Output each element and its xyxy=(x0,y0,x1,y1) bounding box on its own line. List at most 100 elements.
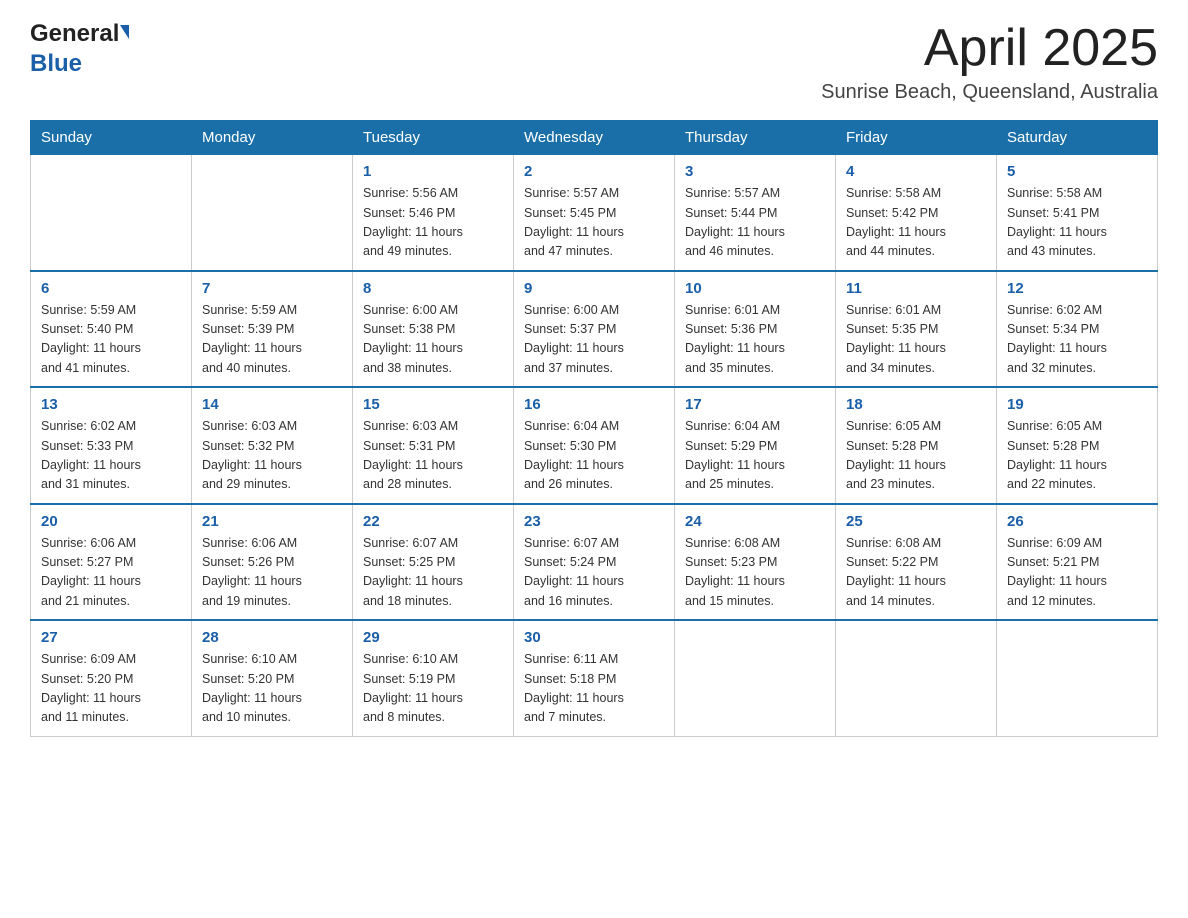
title-section: April 2025 Sunrise Beach, Queensland, Au… xyxy=(821,20,1158,104)
calendar-cell: 27 Sunrise: 6:09 AMSunset: 5:20 PMDayligh… xyxy=(31,620,192,736)
calendar-cell xyxy=(675,620,836,736)
calendar-cell: 8Sunrise: 6:00 AMSunset: 5:38 PMDaylight… xyxy=(353,271,514,388)
day-number: 14 xyxy=(202,396,342,413)
day-number: 21 xyxy=(202,513,342,530)
day-number: 20 xyxy=(41,513,181,530)
column-header-friday: Friday xyxy=(836,121,997,155)
logo-general: General xyxy=(30,20,119,48)
day-info: Sunrise: 6:10 AMSunset: 5:19 PMDaylight:… xyxy=(363,650,503,728)
calendar-cell: 25 Sunrise: 6:08 AMSunset: 5:22 PMDayligh… xyxy=(836,504,997,621)
day-number: 11 xyxy=(846,280,986,297)
calendar-cell: 16 Sunrise: 6:04 AMSunset: 5:30 PMDayligh… xyxy=(514,387,675,504)
calendar-cell: 2 Sunrise: 5:57 AMSunset: 5:45 PMDaylight… xyxy=(514,155,675,271)
day-info: Sunrise: 5:57 AMSunset: 5:45 PMDaylight:… xyxy=(524,184,664,262)
page-header: General Blue April 2025 Sunrise Beach, Q… xyxy=(30,20,1158,104)
calendar-cell xyxy=(192,155,353,271)
calendar-week-row: 6 Sunrise: 5:59 AMSunset: 5:40 PMDaylight… xyxy=(31,271,1158,388)
day-number: 29 xyxy=(363,629,503,646)
logo-blue: Blue xyxy=(30,50,82,77)
calendar-cell: 1 Sunrise: 5:56 AMSunset: 5:46 PMDaylight… xyxy=(353,155,514,271)
calendar-week-row: 1 Sunrise: 5:56 AMSunset: 5:46 PMDaylight… xyxy=(31,155,1158,271)
day-number: 12 xyxy=(1007,280,1147,297)
calendar-week-row: 13 Sunrise: 6:02 AMSunset: 5:33 PMDayligh… xyxy=(31,387,1158,504)
day-info: Sunrise: 6:08 AMSunset: 5:22 PMDaylight:… xyxy=(846,534,986,612)
day-info: Sunrise: 6:06 AMSunset: 5:27 PMDaylight:… xyxy=(41,534,181,612)
day-info: Sunrise: 6:08 AMSunset: 5:23 PMDaylight:… xyxy=(685,534,825,612)
day-number: 30 xyxy=(524,629,664,646)
calendar-cell: 17Sunrise: 6:04 AMSunset: 5:29 PMDayligh… xyxy=(675,387,836,504)
day-info: Sunrise: 6:01 AMSunset: 5:36 PMDaylight:… xyxy=(685,301,825,379)
day-info: Sunrise: 6:11 AMSunset: 5:18 PMDaylight:… xyxy=(524,650,664,728)
calendar-cell: 4 Sunrise: 5:58 AMSunset: 5:42 PMDaylight… xyxy=(836,155,997,271)
calendar-cell: 30 Sunrise: 6:11 AMSunset: 5:18 PMDayligh… xyxy=(514,620,675,736)
day-info: Sunrise: 6:04 AMSunset: 5:30 PMDaylight:… xyxy=(524,417,664,495)
day-info: Sunrise: 6:02 AMSunset: 5:34 PMDaylight:… xyxy=(1007,301,1147,379)
day-number: 13 xyxy=(41,396,181,413)
column-header-monday: Monday xyxy=(192,121,353,155)
calendar-cell: 18Sunrise: 6:05 AMSunset: 5:28 PMDayligh… xyxy=(836,387,997,504)
calendar-cell: 19Sunrise: 6:05 AMSunset: 5:28 PMDayligh… xyxy=(997,387,1158,504)
day-number: 4 xyxy=(846,163,986,180)
day-number: 9 xyxy=(524,280,664,297)
day-number: 17 xyxy=(685,396,825,413)
calendar-cell: 10 Sunrise: 6:01 AMSunset: 5:36 PMDayligh… xyxy=(675,271,836,388)
calendar-cell: 11 Sunrise: 6:01 AMSunset: 5:35 PMDayligh… xyxy=(836,271,997,388)
day-info: Sunrise: 6:09 AMSunset: 5:20 PMDaylight:… xyxy=(41,650,181,728)
day-number: 25 xyxy=(846,513,986,530)
day-info: Sunrise: 5:58 AMSunset: 5:41 PMDaylight:… xyxy=(1007,184,1147,262)
calendar-table: SundayMondayTuesdayWednesdayThursdayFrid… xyxy=(30,120,1158,737)
day-number: 24 xyxy=(685,513,825,530)
calendar-week-row: 27 Sunrise: 6:09 AMSunset: 5:20 PMDayligh… xyxy=(31,620,1158,736)
calendar-cell: 26 Sunrise: 6:09 AMSunset: 5:21 PMDayligh… xyxy=(997,504,1158,621)
day-info: Sunrise: 5:59 AMSunset: 5:40 PMDaylight:… xyxy=(41,301,181,379)
calendar-cell: 12 Sunrise: 6:02 AMSunset: 5:34 PMDayligh… xyxy=(997,271,1158,388)
day-number: 16 xyxy=(524,396,664,413)
calendar-cell: 21 Sunrise: 6:06 AMSunset: 5:26 PMDayligh… xyxy=(192,504,353,621)
calendar-cell: 7Sunrise: 5:59 AMSunset: 5:39 PMDaylight… xyxy=(192,271,353,388)
calendar-week-row: 20 Sunrise: 6:06 AMSunset: 5:27 PMDayligh… xyxy=(31,504,1158,621)
day-number: 10 xyxy=(685,280,825,297)
calendar-cell: 24 Sunrise: 6:08 AMSunset: 5:23 PMDayligh… xyxy=(675,504,836,621)
calendar-cell: 6 Sunrise: 5:59 AMSunset: 5:40 PMDaylight… xyxy=(31,271,192,388)
day-info: Sunrise: 6:02 AMSunset: 5:33 PMDaylight:… xyxy=(41,417,181,495)
day-info: Sunrise: 6:05 AMSunset: 5:28 PMDaylight:… xyxy=(1007,417,1147,495)
calendar-cell: 13 Sunrise: 6:02 AMSunset: 5:33 PMDayligh… xyxy=(31,387,192,504)
column-header-wednesday: Wednesday xyxy=(514,121,675,155)
calendar-cell: 22 Sunrise: 6:07 AMSunset: 5:25 PMDayligh… xyxy=(353,504,514,621)
day-info: Sunrise: 6:03 AMSunset: 5:32 PMDaylight:… xyxy=(202,417,342,495)
day-info: Sunrise: 5:56 AMSunset: 5:46 PMDaylight:… xyxy=(363,184,503,262)
day-info: Sunrise: 6:07 AMSunset: 5:25 PMDaylight:… xyxy=(363,534,503,612)
column-header-thursday: Thursday xyxy=(675,121,836,155)
location-title: Sunrise Beach, Queensland, Australia xyxy=(821,81,1158,104)
day-number: 27 xyxy=(41,629,181,646)
day-number: 5 xyxy=(1007,163,1147,180)
day-number: 1 xyxy=(363,163,503,180)
column-header-saturday: Saturday xyxy=(997,121,1158,155)
calendar-cell xyxy=(997,620,1158,736)
day-info: Sunrise: 5:58 AMSunset: 5:42 PMDaylight:… xyxy=(846,184,986,262)
day-number: 6 xyxy=(41,280,181,297)
calendar-cell: 3Sunrise: 5:57 AMSunset: 5:44 PMDaylight… xyxy=(675,155,836,271)
calendar-cell: 14 Sunrise: 6:03 AMSunset: 5:32 PMDayligh… xyxy=(192,387,353,504)
day-number: 26 xyxy=(1007,513,1147,530)
calendar-header-row: SundayMondayTuesdayWednesdayThursdayFrid… xyxy=(31,121,1158,155)
month-title: April 2025 xyxy=(821,20,1158,77)
day-number: 8 xyxy=(363,280,503,297)
day-info: Sunrise: 5:57 AMSunset: 5:44 PMDaylight:… xyxy=(685,184,825,262)
calendar-cell: 5 Sunrise: 5:58 AMSunset: 5:41 PMDaylight… xyxy=(997,155,1158,271)
day-number: 23 xyxy=(524,513,664,530)
calendar-cell: 23Sunrise: 6:07 AMSunset: 5:24 PMDayligh… xyxy=(514,504,675,621)
logo-triangle-icon xyxy=(120,25,129,39)
day-info: Sunrise: 6:09 AMSunset: 5:21 PMDaylight:… xyxy=(1007,534,1147,612)
day-number: 2 xyxy=(524,163,664,180)
logo: General Blue xyxy=(30,20,129,78)
day-number: 22 xyxy=(363,513,503,530)
day-info: Sunrise: 6:06 AMSunset: 5:26 PMDaylight:… xyxy=(202,534,342,612)
calendar-cell: 28 Sunrise: 6:10 AMSunset: 5:20 PMDayligh… xyxy=(192,620,353,736)
day-info: Sunrise: 6:01 AMSunset: 5:35 PMDaylight:… xyxy=(846,301,986,379)
calendar-cell: 15Sunrise: 6:03 AMSunset: 5:31 PMDayligh… xyxy=(353,387,514,504)
calendar-cell xyxy=(836,620,997,736)
day-info: Sunrise: 6:10 AMSunset: 5:20 PMDaylight:… xyxy=(202,650,342,728)
day-info: Sunrise: 6:05 AMSunset: 5:28 PMDaylight:… xyxy=(846,417,986,495)
day-number: 28 xyxy=(202,629,342,646)
